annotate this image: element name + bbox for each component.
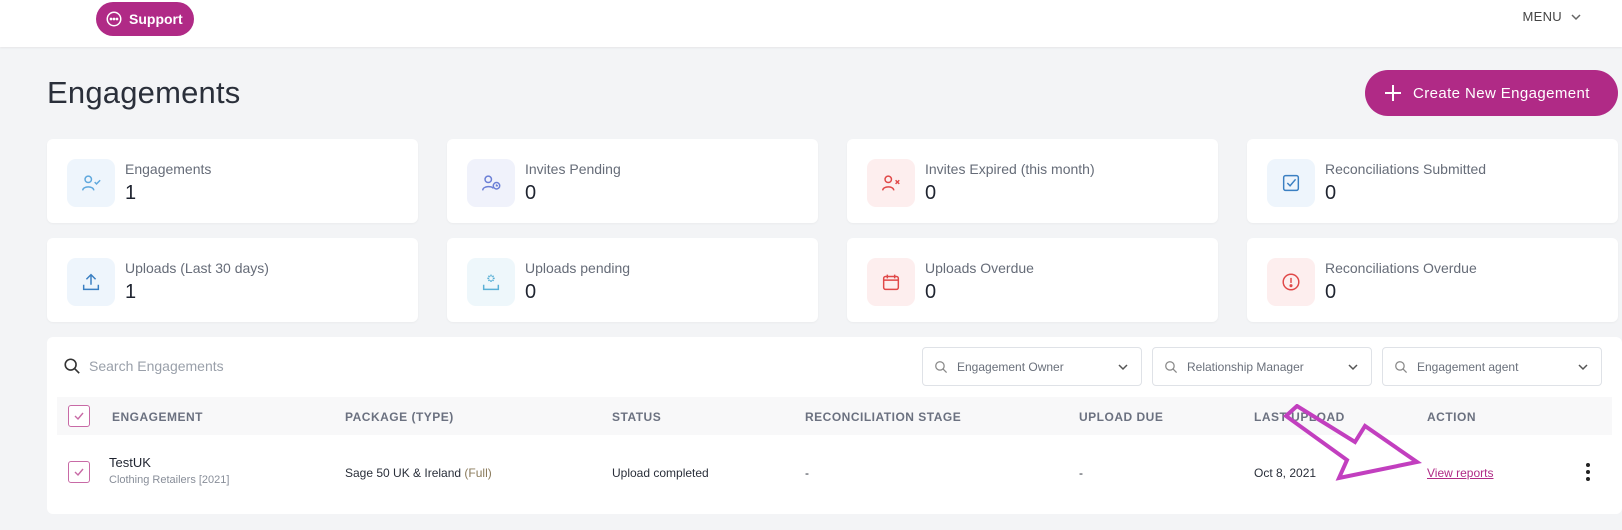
stat-icon-box: [467, 159, 515, 207]
stat-card-uploads-overdue[interactable]: Uploads Overdue 0: [847, 238, 1218, 322]
stat-value: 1: [125, 182, 137, 204]
stat-icon-box: [867, 258, 915, 306]
reconciliation-stage-cell: -: [805, 466, 809, 480]
column-header-reconciliation-stage[interactable]: RECONCILIATION STAGE: [805, 410, 961, 424]
stat-value: 0: [925, 281, 937, 303]
stat-card-uploads-pending[interactable]: Uploads pending 0: [447, 238, 818, 322]
filter-label: Engagement Owner: [957, 359, 1064, 374]
check-icon: [74, 468, 84, 477]
stat-value: 0: [525, 281, 537, 303]
filter-engagement-owner[interactable]: Engagement Owner: [922, 347, 1142, 386]
column-header-status[interactable]: STATUS: [612, 410, 661, 424]
stat-value: 0: [1325, 182, 1337, 204]
stat-card-uploads-last-30-days[interactable]: Uploads (Last 30 days) 1: [47, 238, 418, 322]
stat-icon-box: [467, 258, 515, 306]
stat-card-engagements[interactable]: Engagements 1: [47, 139, 418, 223]
upload-due-cell: -: [1079, 466, 1083, 480]
column-header-engagement[interactable]: ENGAGEMENT: [112, 410, 203, 424]
filter-label: Relationship Manager: [1187, 359, 1304, 374]
alert-circle-icon: [1282, 273, 1300, 291]
stat-icon-box: [1267, 258, 1315, 306]
stat-card-invites-expired[interactable]: Invites Expired (this month) 0: [847, 139, 1218, 223]
calendar-icon: [882, 274, 900, 291]
package-name: Sage 50 UK & Ireland: [345, 466, 462, 480]
stat-icon-box: [1267, 159, 1315, 207]
stat-label: Uploads pending: [525, 260, 631, 276]
create-label: Create New Engagement: [1413, 84, 1590, 102]
chat-bubble-icon: [106, 11, 122, 27]
stat-value: 0: [1325, 281, 1337, 303]
view-reports-link[interactable]: View reports: [1427, 466, 1493, 480]
top-bar: Support MENU: [0, 0, 1622, 47]
stat-label: Engagements: [125, 161, 212, 177]
check-icon: [74, 412, 84, 421]
package-cell: Sage 50 UK & Ireland (Full): [345, 466, 492, 480]
search-input[interactable]: [89, 351, 489, 381]
stat-label: Reconciliations Submitted: [1325, 161, 1487, 177]
stat-label: Invites Expired (this month): [925, 161, 1095, 177]
chevron-down-icon: [1578, 363, 1588, 370]
status-cell: Upload completed: [612, 466, 709, 480]
column-header-package[interactable]: PACKAGE (TYPE): [345, 410, 454, 424]
user-x-icon: [882, 175, 900, 191]
search-icon: [1395, 360, 1408, 373]
last-upload-cell: Oct 8, 2021: [1254, 466, 1317, 480]
stat-icon-box: [867, 159, 915, 207]
engagements-table-panel: Engagement Owner Relationship Manager En…: [47, 337, 1622, 514]
stat-card-reconciliations-submitted[interactable]: Reconciliations Submitted 0: [1247, 139, 1618, 223]
table-row: TestUK Clothing Retailers [2021] Sage 50…: [57, 437, 1612, 507]
package-type: (Full): [464, 466, 492, 480]
upload-pending-icon: [482, 274, 500, 291]
stat-value: 0: [925, 182, 937, 204]
support-button[interactable]: Support: [96, 2, 194, 36]
chevron-down-icon: [1118, 363, 1128, 370]
stat-value: 0: [525, 182, 537, 204]
more-options-icon[interactable]: [1583, 461, 1593, 483]
chevron-down-icon: [1348, 363, 1358, 370]
menu-label: MENU: [1522, 9, 1562, 24]
filter-label: Engagement agent: [1417, 359, 1519, 374]
stat-card-invites-pending[interactable]: Invites Pending 0: [447, 139, 818, 223]
column-header-upload-due[interactable]: UPLOAD DUE: [1079, 410, 1163, 424]
search-icon: [1165, 360, 1178, 373]
stat-label: Uploads Overdue: [925, 260, 1034, 276]
stat-label: Reconciliations Overdue: [1325, 260, 1477, 276]
stat-label: Invites Pending: [525, 161, 621, 177]
stat-icon-box: [67, 159, 115, 207]
stat-value: 1: [125, 281, 137, 303]
engagement-name[interactable]: TestUK: [109, 455, 151, 470]
chevron-down-icon: [1571, 13, 1581, 20]
support-label: Support: [129, 11, 183, 27]
user-clock-icon: [482, 175, 501, 191]
column-header-last-upload[interactable]: LAST UPLOAD: [1254, 410, 1345, 424]
stat-card-reconciliations-overdue[interactable]: Reconciliations Overdue 0: [1247, 238, 1618, 322]
stat-label: Uploads (Last 30 days): [125, 260, 269, 276]
column-header-action: ACTION: [1427, 410, 1476, 424]
check-square-icon: [1282, 174, 1300, 192]
menu-dropdown[interactable]: MENU: [1523, 9, 1582, 24]
upload-icon: [82, 273, 100, 291]
create-new-engagement-button[interactable]: Create New Engagement: [1365, 70, 1618, 116]
search-icon: [935, 360, 948, 373]
engagement-subtitle: Clothing Retailers [2021]: [109, 474, 230, 486]
search-icon: [64, 358, 80, 374]
stat-icon-box: [67, 258, 115, 306]
table-header: ENGAGEMENT PACKAGE (TYPE) STATUS RECONCI…: [57, 397, 1612, 435]
filter-engagement-agent[interactable]: Engagement agent: [1382, 347, 1602, 386]
row-checkbox[interactable]: [68, 461, 90, 483]
plus-icon: [1385, 85, 1401, 101]
select-all-checkbox[interactable]: [68, 405, 90, 427]
page-title: Engagements: [47, 75, 241, 110]
filter-relationship-manager[interactable]: Relationship Manager: [1152, 347, 1372, 386]
user-check-icon: [82, 175, 101, 191]
